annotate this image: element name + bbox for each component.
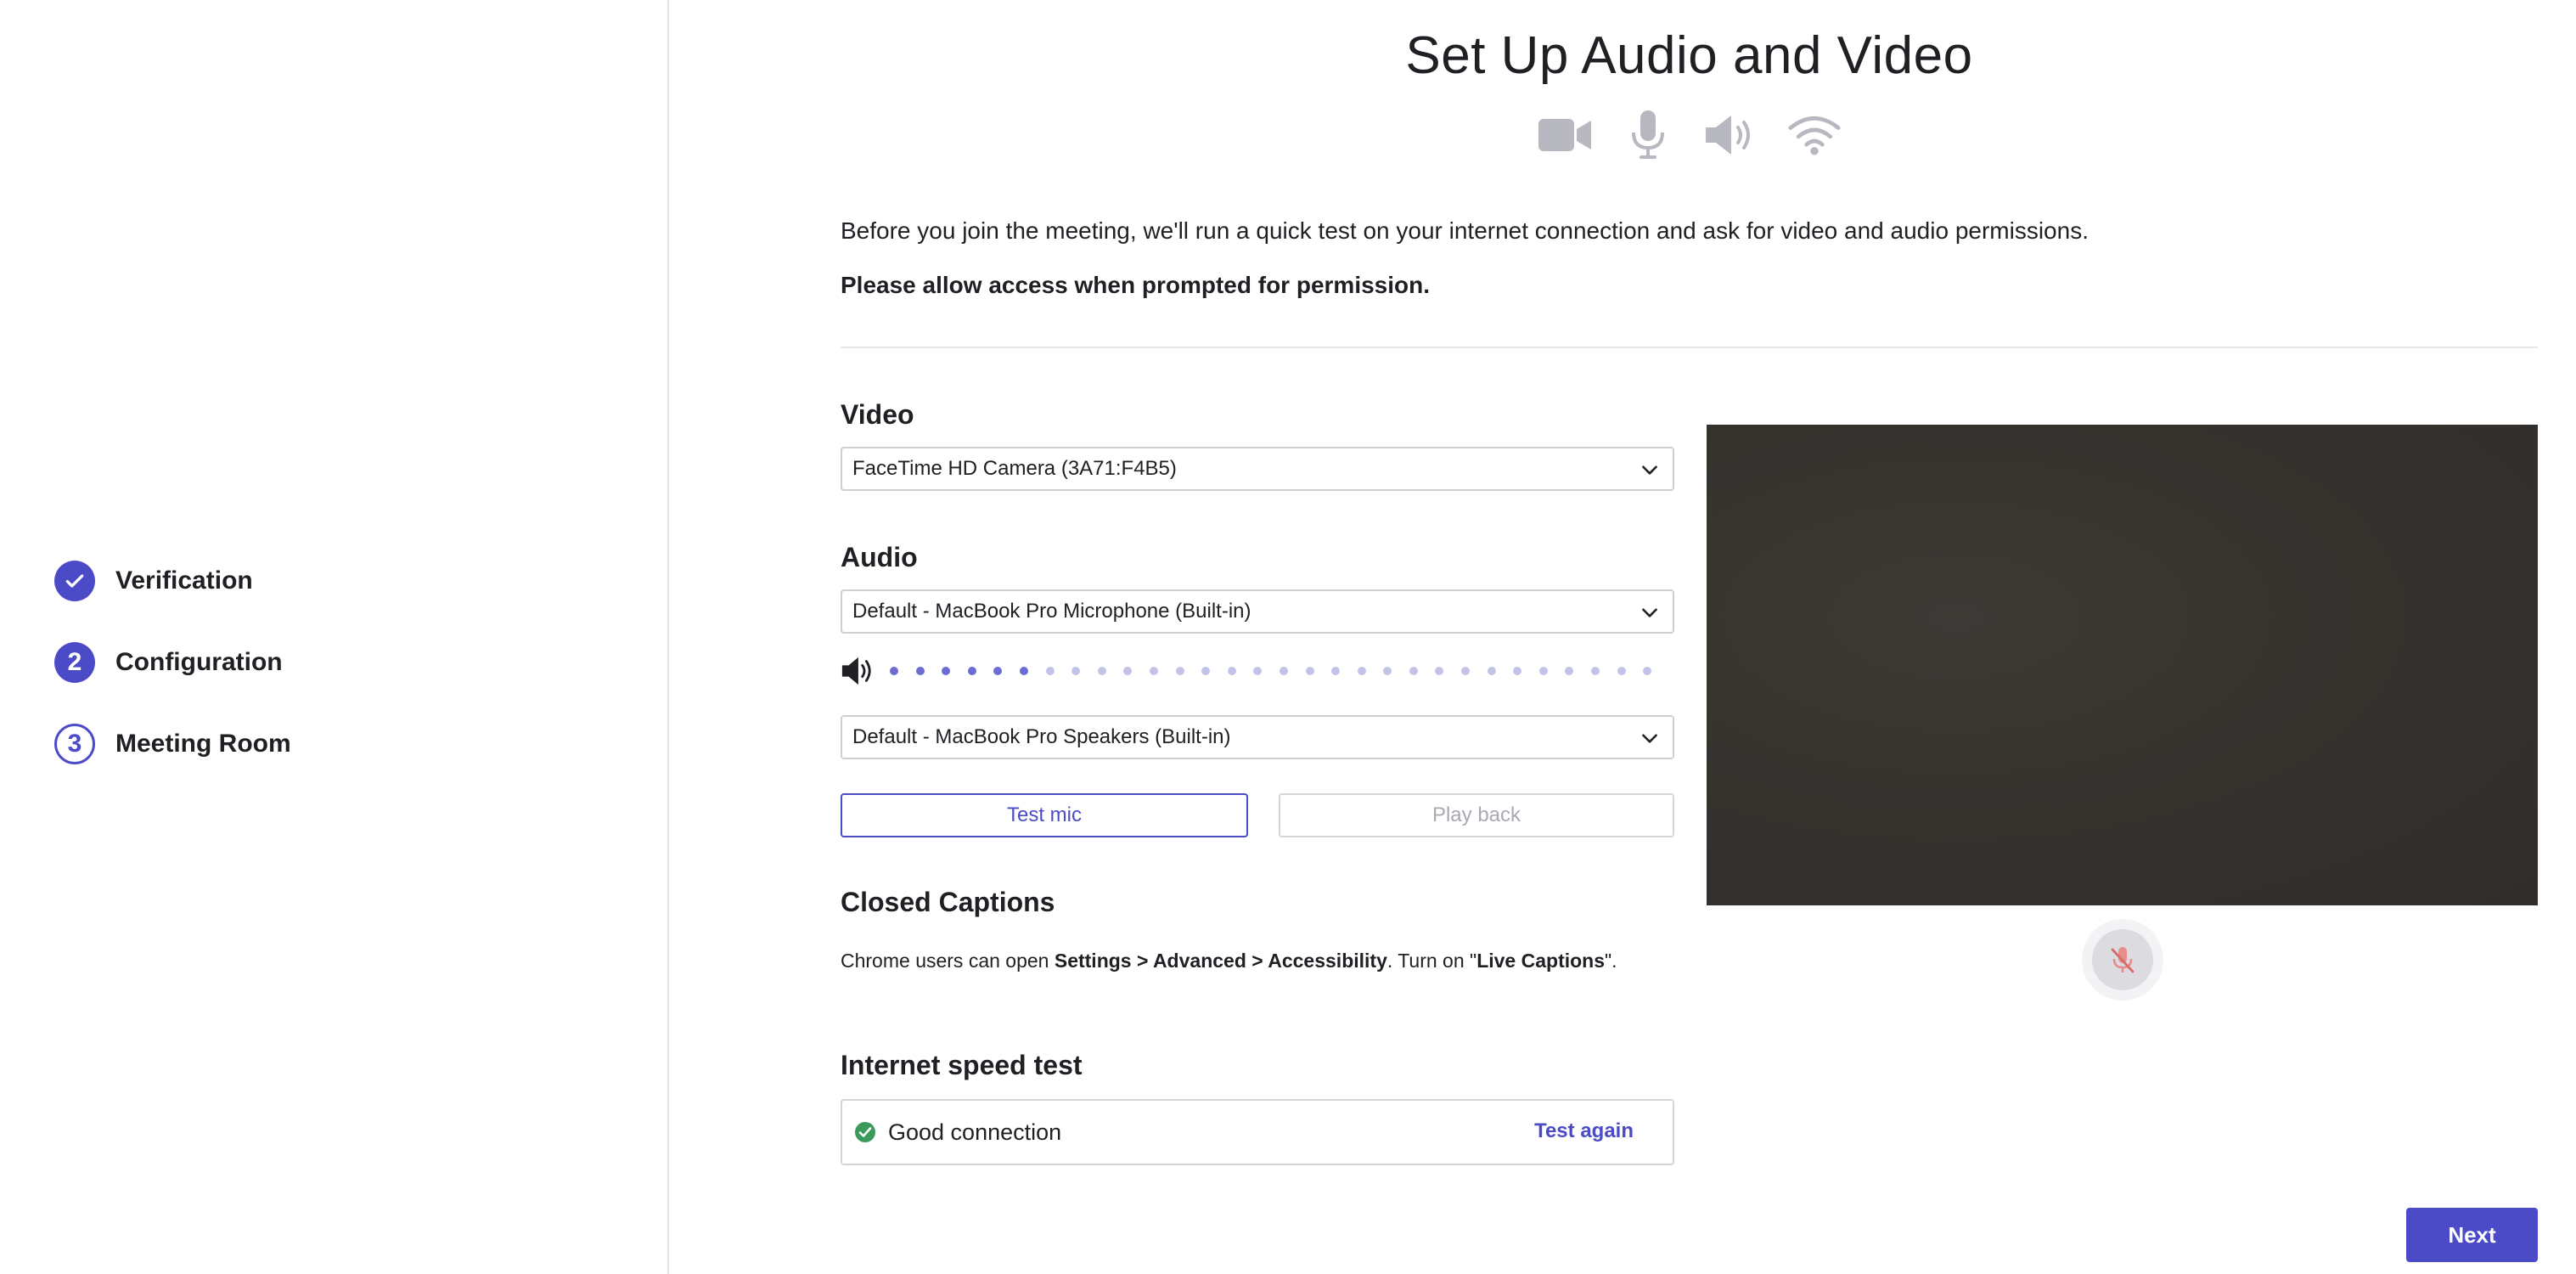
captions-instructions: Chrome users can open Settings > Advance… (841, 950, 1617, 972)
level-dot (1538, 667, 1548, 675)
level-dot (1513, 667, 1522, 675)
video-camera-icon (1538, 109, 1591, 161)
permission-notice: Please allow access when prompted for pe… (841, 272, 1431, 298)
captions-section-title: Closed Captions (841, 887, 1055, 917)
microphone-muted-icon (2111, 947, 2134, 973)
step-label: Configuration (115, 648, 283, 676)
speedometer-check-icon (855, 1122, 875, 1142)
camera-select[interactable]: FaceTime HD Camera (3A71:F4B5) (841, 447, 1674, 491)
step-label: Verification (115, 567, 253, 595)
camera-select-value: FaceTime HD Camera (3A71:F4B5) (852, 457, 1177, 480)
microphone-icon (1622, 109, 1674, 161)
level-dot (1565, 667, 1574, 675)
intro-text: Before you join the meeting, we'll run a… (841, 217, 2089, 244)
main-panel: Set Up Audio and Video Before you join t… (841, 0, 2538, 1274)
captions-text-after: ". (1605, 950, 1617, 972)
page-title: Set Up Audio and Video (1405, 26, 1973, 85)
play-back-button[interactable]: Play back (1279, 793, 1674, 837)
chevron-down-icon (1642, 608, 1657, 617)
level-dot (1331, 667, 1341, 675)
level-dot (1357, 667, 1366, 675)
level-dot (1591, 667, 1600, 675)
level-dot (1643, 667, 1652, 675)
speaker-select-value: Default - MacBook Pro Speakers (Built-in… (852, 725, 1231, 748)
captions-text-middle: . Turn on " (1386, 950, 1477, 972)
step-list: Verification 2 Configuration 3 Meeting R… (54, 561, 291, 805)
microphone-select[interactable]: Default - MacBook Pro Microphone (Built-… (841, 589, 1674, 634)
level-dot (1071, 667, 1081, 675)
speaker-icon (1705, 109, 1758, 161)
speed-test-result: Good connection Test again (841, 1099, 1674, 1165)
mic-toggle-inner (2092, 929, 2153, 990)
captions-settings-path: Settings > Advanced > Accessibility (1054, 950, 1387, 972)
level-dot (1461, 667, 1471, 675)
level-dot (1175, 667, 1184, 675)
step-number: 2 (54, 642, 95, 683)
step-configuration[interactable]: 2 Configuration (54, 642, 291, 683)
step-verification[interactable]: Verification (54, 561, 291, 601)
sidebar: Verification 2 Configuration 3 Meeting R… (0, 0, 669, 1274)
level-dots (890, 667, 1652, 675)
video-section-title: Video (841, 399, 914, 430)
wifi-icon (1787, 109, 1841, 161)
chevron-down-icon (1642, 465, 1657, 475)
step-meeting-room[interactable]: 3 Meeting Room (54, 724, 291, 764)
level-dot (993, 667, 1003, 675)
camera-preview (1707, 425, 2538, 905)
level-dot (1097, 667, 1106, 675)
mic-toggle-button[interactable] (2082, 919, 2163, 1001)
captions-feature-name: Live Captions (1476, 950, 1606, 972)
speed-section-title: Internet speed test (841, 1050, 1083, 1080)
level-dot (1487, 667, 1496, 675)
level-dot (1019, 667, 1028, 675)
level-dot (1617, 667, 1626, 675)
microphone-select-value: Default - MacBook Pro Microphone (Built-… (852, 600, 1251, 623)
divider (841, 347, 2538, 348)
captions-text-before: Chrome users can open (841, 950, 1055, 972)
level-dot (1279, 667, 1288, 675)
chevron-down-icon (1642, 734, 1657, 743)
level-dot (942, 667, 951, 675)
step-number: 3 (54, 724, 95, 764)
level-dot (1383, 667, 1392, 675)
next-button[interactable]: Next (2406, 1208, 2538, 1262)
level-dot (1149, 667, 1158, 675)
level-dot (1227, 667, 1236, 675)
device-icon-row (841, 109, 2538, 161)
level-dot (890, 667, 898, 675)
level-dot (1123, 667, 1133, 675)
level-dot (1435, 667, 1444, 675)
step-label: Meeting Room (115, 730, 291, 758)
audio-section-title: Audio (841, 542, 918, 572)
mic-level-meter (841, 654, 1674, 688)
level-dot (967, 667, 976, 675)
speaker-select[interactable]: Default - MacBook Pro Speakers (Built-in… (841, 715, 1674, 759)
level-dot (1409, 667, 1418, 675)
level-dot (1253, 667, 1263, 675)
level-dot (915, 667, 925, 675)
checkmark-icon (54, 561, 95, 601)
level-dot (1305, 667, 1314, 675)
test-mic-button[interactable]: Test mic (841, 793, 1248, 837)
test-again-link[interactable]: Test again (1534, 1119, 1634, 1143)
level-dot (1045, 667, 1055, 675)
speaker-volume-icon (841, 657, 871, 685)
level-dot (1201, 667, 1211, 675)
connection-status: Good connection (888, 1119, 1062, 1145)
